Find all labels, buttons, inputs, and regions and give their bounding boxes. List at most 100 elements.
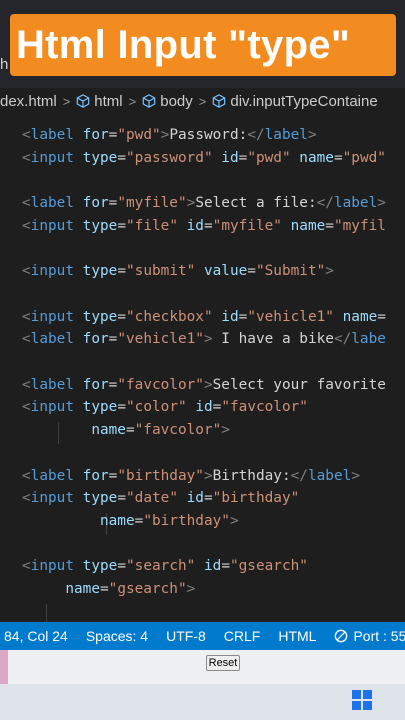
code-token: "pwd" xyxy=(342,149,386,166)
code-token: label xyxy=(30,467,74,484)
code-line[interactable]: <input type="password" id="pwd" name="pw… xyxy=(22,147,386,169)
code-token: for xyxy=(74,467,109,484)
code-token: value xyxy=(195,263,248,280)
code-token: id xyxy=(195,558,222,575)
code-token: < xyxy=(22,263,31,280)
code-token: name xyxy=(99,512,135,529)
code-token: < xyxy=(22,467,31,484)
code-token: input xyxy=(30,399,74,416)
breadcrumb-item-file[interactable]: dex.html xyxy=(0,93,57,110)
code-token: = xyxy=(117,149,126,166)
code-token: = xyxy=(221,558,230,575)
code-editor[interactable]: <label for="pwd">Password:</label> <input… xyxy=(0,114,405,622)
code-line[interactable]: <label for="vehicle1"> I have a bike</la… xyxy=(22,328,386,350)
code-token: = xyxy=(203,490,213,507)
code-token: </ xyxy=(290,467,308,484)
code-line[interactable]: <label for="myfile">Select a file:</labe… xyxy=(22,192,386,214)
code-token: name xyxy=(333,308,378,325)
code-token: labe xyxy=(351,331,386,348)
code-token: "checkbox" xyxy=(126,308,213,325)
language-mode[interactable]: HTML xyxy=(278,628,316,644)
indent-setting[interactable]: Spaces: 4 xyxy=(86,628,148,644)
breadcrumb-file-label: dex.html xyxy=(0,92,57,110)
code-token: type xyxy=(74,149,118,166)
code-token: > xyxy=(203,376,213,393)
code-token: = xyxy=(117,308,126,325)
code-token: > xyxy=(203,467,213,484)
code-token: type xyxy=(74,399,118,416)
code-token: input xyxy=(30,263,74,280)
code-token: Birthday: xyxy=(212,467,291,484)
code-token: "color" xyxy=(126,399,187,416)
code-token: < xyxy=(22,558,31,575)
code-token: "Submit" xyxy=(255,263,326,280)
code-token: name xyxy=(91,422,126,439)
code-token: "search" xyxy=(126,558,196,575)
encoding-setting[interactable]: UTF-8 xyxy=(166,628,206,644)
code-token: "gsearch" xyxy=(108,581,187,597)
code-token: "file" xyxy=(126,217,178,234)
code-line[interactable]: <label for="favcolor">Select your favori… xyxy=(22,374,386,396)
code-token: "favcolor" xyxy=(134,422,222,439)
code-token: label xyxy=(30,195,74,212)
windows-start-icon[interactable] xyxy=(352,690,372,710)
code-token: = xyxy=(377,308,386,325)
broadcast-icon xyxy=(335,629,348,643)
code-line[interactable]: <input type="color" id="favcolor" xyxy=(22,396,308,418)
code-token: input xyxy=(30,217,74,234)
code-token: label xyxy=(30,376,74,393)
code-token: = xyxy=(333,149,343,166)
code-token: label xyxy=(264,127,308,143)
code-token: > xyxy=(325,263,334,280)
browser-preview xyxy=(0,650,405,684)
code-token: name xyxy=(65,581,100,597)
code-line[interactable]: <label for="birthday">Birthday:</label> xyxy=(22,465,360,487)
code-line[interactable]: name="birthday"> xyxy=(22,510,239,532)
code-token: "vehicle1" xyxy=(247,308,334,325)
code-line[interactable]: <input type="file" id="myfile" name="myf… xyxy=(22,215,386,237)
code-token: < xyxy=(22,217,31,234)
cursor-position[interactable]: 84, Col 24 xyxy=(4,628,68,644)
code-token: "favcolor" xyxy=(117,376,204,393)
breadcrumb-div-label: div.inputTypeContaine xyxy=(230,92,378,110)
code-token: "favcolor" xyxy=(221,399,308,416)
eol-setting[interactable]: CRLF xyxy=(224,628,261,644)
code-token: > xyxy=(307,127,317,143)
code-line[interactable]: <input type="date" id="birthday" xyxy=(22,487,299,509)
code-token: type xyxy=(74,217,118,234)
code-token: name xyxy=(290,149,334,166)
reset-button[interactable]: Reset xyxy=(206,655,240,671)
code-line[interactable]: name="gsearch"> xyxy=(22,578,195,600)
code-token: > xyxy=(186,195,196,212)
code-token: id xyxy=(212,308,239,325)
code-token: id xyxy=(186,399,213,416)
code-line[interactable]: name="favcolor"> xyxy=(22,419,230,441)
code-token: < xyxy=(22,376,31,393)
live-server-port[interactable]: Port : 5500 xyxy=(334,628,405,644)
cube-icon xyxy=(213,94,226,108)
code-token: > xyxy=(186,581,196,597)
code-token: I have a bike xyxy=(212,331,334,348)
code-line[interactable]: <label for="pwd">Password:</label> xyxy=(22,124,317,146)
code-line[interactable]: <input type="checkbox" id="vehicle1" nam… xyxy=(22,306,386,328)
breadcrumb-item-div[interactable]: div.inputTypeContaine xyxy=(212,92,378,110)
chevron-right-icon: > xyxy=(198,93,207,109)
breadcrumb-item-html[interactable]: html xyxy=(76,93,123,110)
code-token: > xyxy=(377,195,386,212)
code-token: id xyxy=(212,149,239,166)
code-token: "submit" xyxy=(126,263,196,280)
code-token: "myfile" xyxy=(117,195,187,212)
code-token: = xyxy=(247,263,256,280)
port-label: Port : 5500 xyxy=(353,628,405,644)
code-line[interactable]: <input type="submit" value="Submit"> xyxy=(22,260,334,282)
code-line[interactable]: <input type="search" id="gsearch" xyxy=(22,555,308,577)
breadcrumb-item-body[interactable]: body xyxy=(142,93,193,110)
code-token: label xyxy=(333,195,378,212)
code-token: type xyxy=(74,308,118,325)
code-token: = xyxy=(117,263,126,280)
code-token: for xyxy=(74,376,109,393)
code-token: id xyxy=(177,490,204,507)
